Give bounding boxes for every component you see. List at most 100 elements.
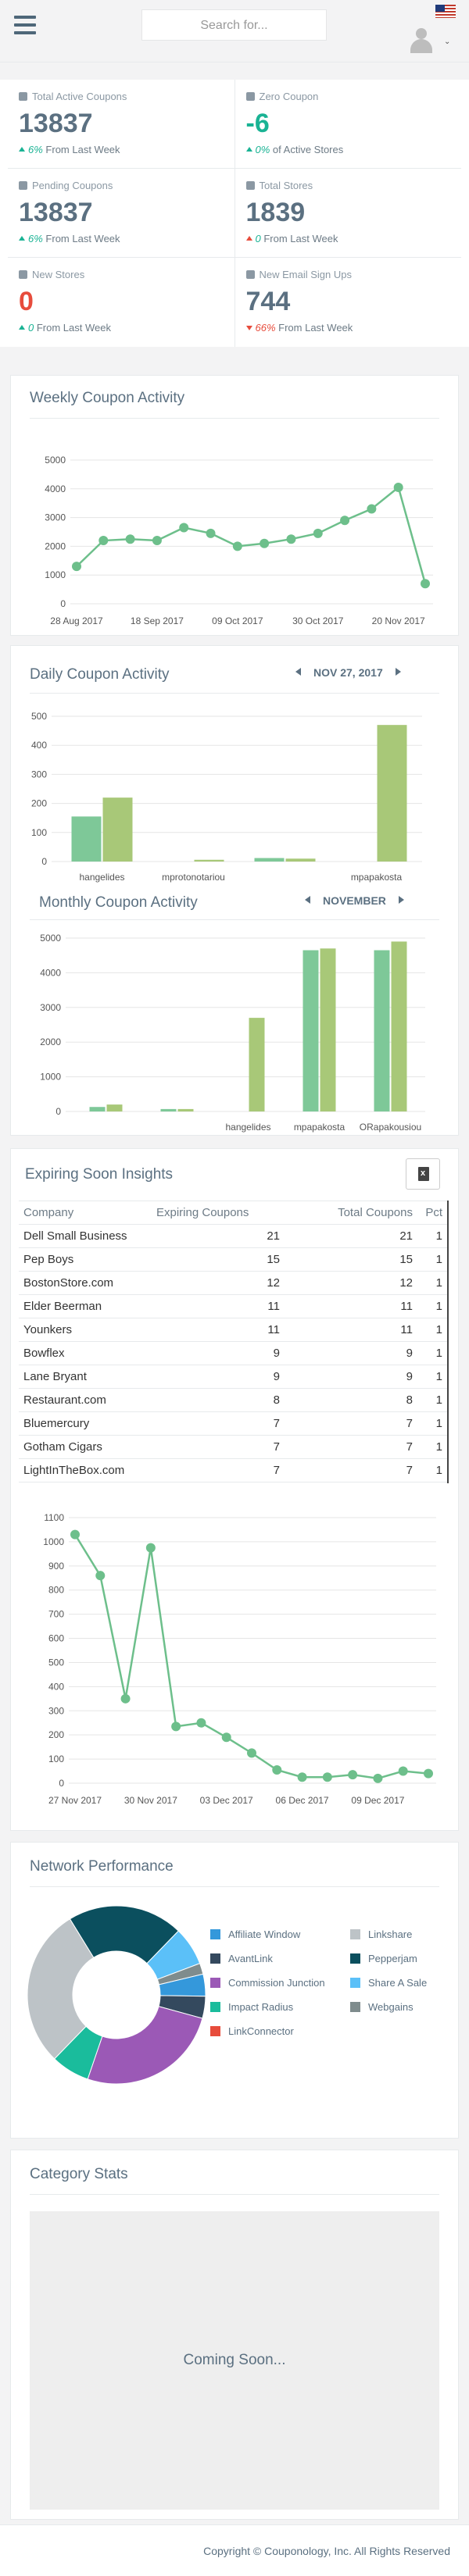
table-cell: 1 [417, 1388, 447, 1412]
table-cell: 11 [152, 1294, 285, 1318]
stat-label: New Stores [19, 269, 224, 280]
legend-label: Impact Radius [228, 2001, 294, 2013]
table-cell: 1 [417, 1341, 447, 1365]
table-row[interactable]: BostonStore.com 12 12 1 [19, 1271, 447, 1295]
stat-label: Total Active Coupons [19, 91, 224, 102]
legend-item[interactable]: Commission Junction [210, 1971, 325, 1995]
prev-day-icon[interactable] [295, 668, 301, 676]
y-tick-label: 4000 [40, 967, 61, 978]
prev-month-icon[interactable] [305, 896, 310, 904]
legend-swatch [350, 2002, 360, 2012]
y-tick-label: 300 [31, 769, 47, 780]
column-header[interactable]: Total Coupons [285, 1201, 417, 1225]
table-row[interactable]: Gotham Cigars 7 7 1 [19, 1435, 447, 1459]
legend-item[interactable]: Webgains [350, 1995, 427, 2019]
stat-label: Zero Coupon [245, 91, 451, 102]
y-tick-label: 100 [48, 1754, 64, 1764]
legend-item[interactable]: Linkshare [350, 1922, 427, 1946]
y-tick-label: 500 [31, 711, 47, 722]
table-cell: 8 [285, 1388, 417, 1412]
data-point [340, 516, 350, 526]
data-point [348, 1770, 358, 1780]
data-point [398, 1766, 408, 1776]
bar [71, 816, 102, 862]
table-row[interactable]: Younkers 11 11 1 [19, 1318, 447, 1342]
table-cell: 1 [417, 1271, 447, 1295]
table-cell: 21 [152, 1224, 285, 1248]
stat-card: New Email Sign Ups 744 66% From Last Week [234, 258, 462, 347]
table-row[interactable]: Bowflex 9 9 1 [19, 1341, 447, 1365]
y-tick-label: 400 [31, 740, 47, 751]
y-tick-label: 0 [41, 856, 47, 867]
column-header[interactable]: Pct [417, 1201, 447, 1225]
stat-suffix: From Last Week [45, 144, 120, 155]
legend-item[interactable]: LinkConnector [210, 2019, 325, 2043]
hamburger-icon[interactable] [14, 16, 36, 34]
legend-item[interactable]: AvantLink [210, 1946, 325, 1971]
stat-percent: 0% [255, 144, 270, 155]
data-point [125, 534, 135, 544]
panel-title: Expiring Soon Insights [25, 1166, 174, 1183]
table-row[interactable]: LightInTheBox.com 7 7 1 [19, 1458, 447, 1482]
data-point [72, 562, 81, 572]
table-row[interactable]: Bluemercury 7 7 1 [19, 1411, 447, 1436]
bar [320, 948, 336, 1111]
column-header[interactable]: Company [19, 1201, 152, 1225]
table-row[interactable]: Restaurant.com 8 8 1 [19, 1388, 447, 1412]
table-cell: Younkers [19, 1318, 152, 1342]
panel-title: Weekly Coupon Activity [30, 390, 185, 406]
bar [177, 1108, 194, 1111]
table-row[interactable]: Pep Boys 15 15 1 [19, 1247, 447, 1272]
panel-title: Network Performance [30, 1858, 174, 1875]
divider [30, 919, 439, 920]
excel-export-icon[interactable] [406, 1158, 440, 1190]
table-row[interactable]: Lane Bryant 9 9 1 [19, 1365, 447, 1389]
data-point [171, 1721, 181, 1732]
y-tick-label: 2000 [40, 1036, 61, 1047]
x-tick-label: 27 Nov 2017 [48, 1795, 102, 1806]
next-day-icon[interactable] [395, 668, 401, 676]
legend-swatch [210, 1929, 220, 1939]
table-cell: 11 [285, 1318, 417, 1342]
y-tick-label: 300 [48, 1705, 64, 1716]
table-cell: Gotham Cigars [19, 1435, 152, 1459]
user-avatar-icon[interactable] [409, 27, 434, 53]
search-input[interactable]: Search for... [141, 9, 327, 41]
x-tick-label: 09 Oct 2017 [212, 615, 263, 626]
table-cell: 7 [152, 1411, 285, 1436]
legend-item[interactable]: Pepperjam [350, 1946, 427, 1971]
stat-percent: 66% [255, 322, 276, 334]
y-tick-label: 900 [48, 1561, 64, 1572]
next-month-icon[interactable] [398, 896, 404, 904]
legend-swatch [350, 1953, 360, 1964]
legend-label: Affiliate Window [228, 1928, 301, 1940]
data-point [196, 1718, 206, 1728]
legend-label: Webgains [368, 2001, 414, 2013]
top-navbar: Search for... ⌄ [0, 0, 469, 62]
table-row[interactable]: Dell Small Business 21 21 1 [19, 1224, 447, 1248]
expiring-line-chart: 0 100 200 300 400 500 600 700 800 900 1000 1100 27 N… [43, 1512, 436, 1806]
legend-item[interactable]: Impact Radius [210, 1995, 325, 2019]
data-point [152, 536, 162, 546]
y-tick-label: 3000 [40, 1002, 61, 1013]
table-scroll-edge[interactable] [447, 1201, 452, 1483]
data-point [373, 1773, 383, 1783]
legend-item[interactable]: Affiliate Window [210, 1922, 325, 1946]
y-tick-label: 5000 [40, 933, 61, 944]
stats-panel: Total Active Coupons 13837 6% From Last We… [0, 80, 469, 347]
table-row[interactable]: Elder Beerman 11 11 1 [19, 1294, 447, 1318]
chevron-down-icon[interactable]: ⌄ [444, 37, 450, 46]
data-point [260, 538, 270, 548]
bar [254, 858, 285, 862]
table-cell: Bowflex [19, 1341, 152, 1365]
legend-item[interactable]: Share A Sale [350, 1971, 427, 1995]
us-flag-icon[interactable] [435, 5, 456, 18]
data-point [393, 482, 403, 492]
monthly-date-nav: NOVEMBER [305, 894, 404, 907]
network-donut-chart [27, 1905, 206, 2085]
stat-trend: 0 From Last Week [245, 233, 451, 244]
column-header[interactable]: Expiring Coupons [152, 1201, 285, 1225]
x-tick-label: mpapakosta [351, 872, 403, 883]
divider [30, 1886, 439, 1887]
stat-percent: 6% [28, 233, 43, 244]
